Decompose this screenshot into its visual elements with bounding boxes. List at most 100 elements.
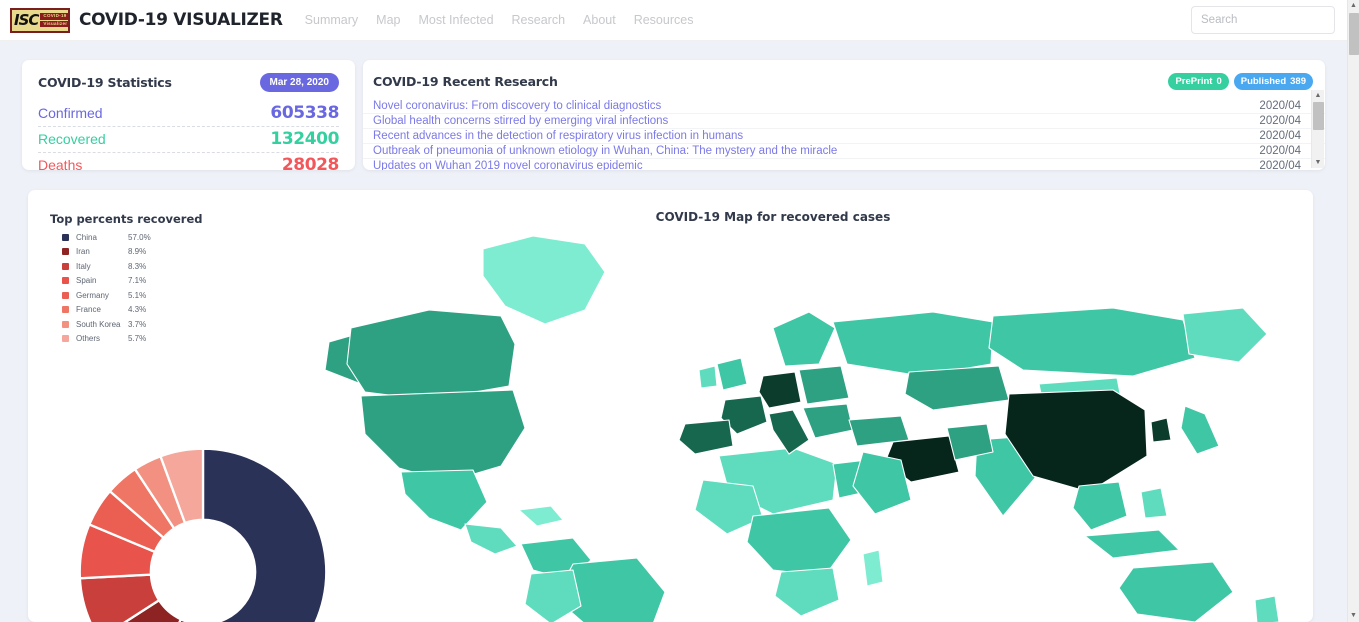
research-row[interactable]: Novel coronavirus: From discovery to cli… bbox=[363, 98, 1325, 113]
nav-item-resources[interactable]: Resources bbox=[634, 13, 694, 27]
stat-value-deaths: 28028 bbox=[281, 155, 340, 175]
legend-swatch-icon bbox=[62, 320, 69, 328]
nav-item-about[interactable]: About bbox=[583, 13, 616, 27]
legend-label: Others bbox=[76, 334, 101, 344]
research-item-title[interactable]: Recent advances in the detection of resp… bbox=[373, 130, 743, 142]
statistics-rows: Confirmed 605338 Recovered 132400 Deaths… bbox=[38, 101, 339, 178]
legend-value: 7.1% bbox=[128, 276, 147, 286]
legend-item[interactable]: Spain 7.1% bbox=[62, 274, 151, 289]
nav-item-map[interactable]: Map bbox=[376, 13, 400, 27]
legend-swatch-icon bbox=[62, 233, 69, 241]
research-row[interactable]: Updates on Wuhan 2019 novel coronavirus … bbox=[363, 158, 1325, 170]
world-map[interactable] bbox=[233, 224, 1313, 622]
statistics-title: COVID-19 Statistics bbox=[38, 75, 172, 90]
badge-preprint[interactable]: PrePrint 0 bbox=[1168, 73, 1229, 90]
legend-label: Germany bbox=[76, 290, 109, 300]
research-scrollbar[interactable]: ▲ ▼ bbox=[1311, 90, 1324, 168]
statistics-header: COVID-19 Statistics Mar 28, 2020 bbox=[38, 73, 339, 92]
legend-swatch-icon bbox=[62, 291, 69, 299]
map-card: Top percents recovered China 57.0% Iran … bbox=[28, 190, 1313, 622]
badge-published-label: Published bbox=[1240, 76, 1287, 87]
legend-value: 3.7% bbox=[128, 319, 147, 329]
legend-item[interactable]: China 57.0% bbox=[62, 230, 151, 245]
stat-label-deaths: Deaths bbox=[38, 157, 83, 173]
page-root: ISC COVID-19 Visualizer COVID-19 VISUALI… bbox=[0, 0, 1359, 622]
stat-value-recovered: 132400 bbox=[270, 129, 339, 149]
page-scroll-down-arrow-icon[interactable]: ▼ bbox=[1350, 610, 1357, 622]
legend-item[interactable]: South Korea 3.7% bbox=[62, 317, 151, 332]
legend-value: 8.3% bbox=[128, 261, 147, 271]
legend-value: 57.0% bbox=[128, 232, 151, 242]
research-row[interactable]: Recent advances in the detection of resp… bbox=[363, 128, 1325, 143]
legend-item[interactable]: Others 5.7% bbox=[62, 332, 151, 347]
nav-links: Summary Map Most Infected Research About… bbox=[305, 13, 694, 27]
research-row[interactable]: Global health concerns stirred by emergi… bbox=[363, 113, 1325, 128]
research-item-date: 2020/04 bbox=[1259, 99, 1301, 112]
logo-initials: ISC bbox=[14, 11, 39, 29]
research-card: COVID-19 Recent Research PrePrint 0 Publ… bbox=[363, 60, 1325, 170]
research-item-date: 2020/04 bbox=[1259, 145, 1301, 157]
badge-preprint-label: PrePrint bbox=[1175, 76, 1213, 87]
scroll-up-arrow-icon[interactable]: ▲ bbox=[1315, 90, 1322, 101]
legend-item[interactable]: Italy 8.3% bbox=[62, 259, 151, 274]
page-scrollbar[interactable]: ▲ ▼ bbox=[1347, 0, 1359, 622]
nav-item-most-infected[interactable]: Most Infected bbox=[418, 13, 493, 27]
logo-tag-bottom: Visualizer bbox=[40, 20, 68, 28]
research-badges: PrePrint 0 Published 389 bbox=[1168, 73, 1313, 90]
research-item-title[interactable]: Novel coronavirus: From discovery to cli… bbox=[373, 100, 661, 112]
legend-label: Spain bbox=[76, 276, 97, 286]
research-item-date: 2020/04 bbox=[1259, 160, 1301, 170]
stat-row-confirmed: Confirmed 605338 bbox=[38, 101, 339, 127]
brand[interactable]: ISC COVID-19 Visualizer COVID-19 VISUALI… bbox=[10, 7, 283, 33]
top-navbar: ISC COVID-19 Visualizer COVID-19 VISUALI… bbox=[0, 0, 1347, 41]
logo-tag-top: COVID-19 bbox=[40, 12, 68, 20]
scroll-down-arrow-icon[interactable]: ▼ bbox=[1315, 157, 1322, 168]
stat-value-confirmed: 605338 bbox=[270, 103, 339, 123]
legend-label: Italy bbox=[76, 261, 91, 271]
legend-swatch-icon bbox=[62, 306, 69, 314]
logo-tags: COVID-19 Visualizer bbox=[40, 12, 68, 28]
page-scroll-up-arrow-icon[interactable]: ▲ bbox=[1350, 0, 1357, 12]
legend-swatch-icon bbox=[62, 277, 69, 285]
badge-published-count: 389 bbox=[1290, 76, 1306, 87]
research-item-date: 2020/04 bbox=[1259, 115, 1301, 127]
badge-published[interactable]: Published 389 bbox=[1233, 73, 1313, 90]
stat-row-recovered: Recovered 132400 bbox=[38, 127, 339, 153]
legend-label: South Korea bbox=[76, 319, 121, 329]
legend-value: 4.3% bbox=[128, 305, 147, 315]
date-badge: Mar 28, 2020 bbox=[259, 73, 339, 92]
legend-label: China bbox=[76, 232, 97, 242]
research-list: Novel coronavirus: From discovery to cli… bbox=[363, 98, 1325, 170]
search-input[interactable] bbox=[1191, 6, 1335, 34]
legend-item[interactable]: France 4.3% bbox=[62, 303, 151, 318]
nav-item-summary[interactable]: Summary bbox=[305, 13, 358, 27]
statistics-card: COVID-19 Statistics Mar 28, 2020 Confirm… bbox=[22, 60, 355, 175]
scrollbar-thumb[interactable] bbox=[1312, 102, 1324, 130]
stat-label-recovered: Recovered bbox=[38, 131, 106, 147]
research-item-title[interactable]: Updates on Wuhan 2019 novel coronavirus … bbox=[373, 160, 643, 170]
legend-swatch-icon bbox=[62, 262, 69, 270]
pie-legend: China 57.0% Iran 8.9% Italy 8.3% Spain 7… bbox=[62, 230, 151, 346]
pie-legend-title: Top percents recovered bbox=[50, 212, 203, 226]
legend-swatch-icon bbox=[62, 248, 69, 256]
legend-item[interactable]: Germany 5.1% bbox=[62, 288, 151, 303]
stat-row-deaths: Deaths 28028 bbox=[38, 153, 339, 178]
research-item-date: 2020/04 bbox=[1259, 130, 1301, 142]
research-item-title[interactable]: Outbreak of pneumonia of unknown etiolog… bbox=[373, 145, 837, 157]
research-title: COVID-19 Recent Research bbox=[373, 74, 558, 89]
legend-value: 5.1% bbox=[128, 290, 147, 300]
page-scrollbar-thumb[interactable] bbox=[1348, 13, 1359, 55]
research-row[interactable]: Outbreak of pneumonia of unknown etiolog… bbox=[363, 143, 1325, 158]
legend-value: 8.9% bbox=[128, 247, 147, 257]
map-title: COVID-19 Map for recovered cases bbox=[655, 210, 891, 224]
nav-item-research[interactable]: Research bbox=[512, 13, 566, 27]
research-item-title[interactable]: Global health concerns stirred by emergi… bbox=[373, 115, 668, 127]
isc-logo-icon: ISC COVID-19 Visualizer bbox=[10, 7, 70, 33]
brand-title: COVID-19 VISUALIZER bbox=[79, 10, 283, 30]
badge-preprint-count: 0 bbox=[1216, 76, 1222, 87]
recovered-donut-chart[interactable] bbox=[58, 427, 348, 622]
summary-row: COVID-19 Statistics Mar 28, 2020 Confirm… bbox=[22, 60, 1325, 175]
legend-item[interactable]: Iran 8.9% bbox=[62, 245, 151, 260]
legend-label: Iran bbox=[76, 247, 90, 257]
legend-label: France bbox=[76, 305, 101, 315]
